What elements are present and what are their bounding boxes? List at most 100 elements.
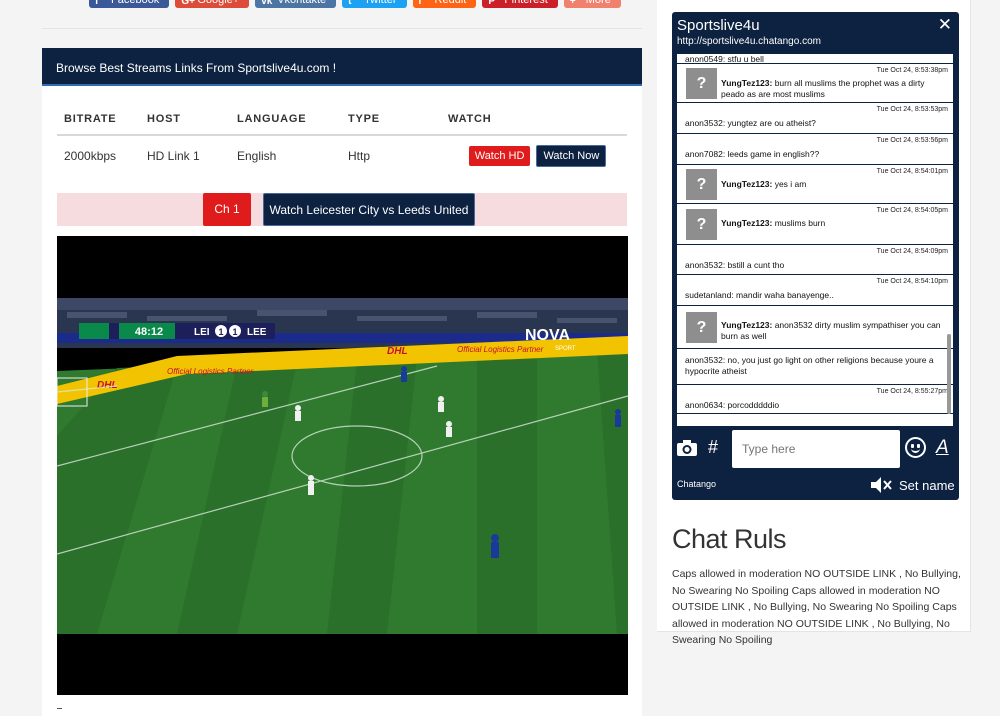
share-button-more[interactable]: + More	[563, 0, 621, 8]
avatar[interactable]: ?	[686, 312, 717, 343]
chat-rules-title: Chat Ruls	[672, 524, 787, 554]
mute-icon[interactable]	[870, 475, 892, 495]
twitter-icon: t	[348, 0, 352, 7]
camera-icon[interactable]	[676, 439, 698, 457]
chat-message: Tue Oct 24, 8:54:01pm? YungTez123: yes i …	[677, 165, 953, 204]
share-button-label: Pinterest	[504, 0, 548, 6]
more-icon: +	[569, 0, 576, 7]
message-body: anon0634: porcodddddio	[685, 400, 780, 410]
header-language: LANGUAGE	[237, 103, 348, 136]
chat-rules-text: Caps allowed in moderation NO OUTSIDE LI…	[672, 568, 961, 646]
share-button-twitter[interactable]: t Twitter	[342, 0, 407, 8]
chat-message: Tue Oct 24, 8:54:05pm? YungTez123: muslim…	[677, 204, 953, 245]
reddit-icon: r	[418, 0, 423, 7]
message-text: YungTez123: anon3532 dirty muslim sympat…	[677, 306, 953, 342]
share-button-label: Reddit	[434, 0, 467, 6]
chat-scrollbar[interactable]	[947, 334, 951, 414]
video-frame: DHL Official Logistics Partner DHL Offic…	[57, 236, 628, 695]
share-button-google[interactable]: G+ Google+	[175, 0, 250, 8]
home-team: LEI	[194, 327, 210, 338]
watch-hd-button[interactable]: Watch HD	[468, 145, 531, 166]
cell-language: English	[237, 148, 277, 163]
share-button-label: Twitter	[364, 0, 397, 6]
message-username[interactable]: YungTez123:	[721, 179, 772, 189]
message-body: muslims burn	[772, 218, 826, 228]
message-username[interactable]: YungTez123:	[721, 78, 772, 88]
share-button-facebook[interactable]: f Facebook	[89, 0, 170, 8]
message-timestamp: Tue Oct 24, 8:55:27pm	[876, 388, 948, 395]
chat-message-input[interactable]	[732, 430, 900, 468]
header-type: TYPE	[348, 103, 448, 136]
ad-text-2: Official Logistics Partner	[457, 345, 544, 354]
close-icon[interactable]: ✕	[938, 15, 952, 35]
facebook-icon: f	[95, 0, 99, 7]
message-body: anon3532: yungtez are ou atheist?	[685, 118, 816, 128]
vkontakte-icon: vk	[261, 0, 273, 7]
chat-message: Tue Oct 24, 8:53:38pm? YungTez123: burn a…	[677, 64, 953, 103]
message-text: anon3532: no, you just go light on other…	[677, 349, 953, 377]
pinterest-icon: P	[488, 0, 496, 7]
hashtag-icon[interactable]: #	[708, 437, 718, 458]
set-name-button[interactable]: Set name	[899, 478, 955, 493]
chat-message: Tue Oct 24, 8:54:10pm sudetanland: mandir…	[677, 275, 953, 306]
message-username[interactable]: YungTez123:	[721, 218, 772, 228]
font-style-icon[interactable]: A	[936, 437, 949, 459]
share-button-pinterest[interactable]: P Pinterest	[482, 0, 558, 8]
chat-message: Tue Oct 24, 8:55:27pm anon0634: porcodddd…	[677, 385, 953, 414]
match-clock: 48:12	[135, 326, 163, 338]
share-button-label: Vkontakte	[277, 0, 327, 6]
emoji-icon[interactable]	[905, 437, 926, 458]
avatar[interactable]: ?	[686, 68, 717, 99]
page: f Facebook G+ Google+ vk Vkontakte t Twitter r Re…	[0, 0, 1000, 716]
channel-strip: Ch 1 Watch Leicester City vs Leeds Unite…	[57, 193, 627, 250]
ad-brand-1: DHL	[97, 380, 118, 391]
away-team: LEE	[247, 327, 267, 338]
broadcaster-sub: SPORT	[555, 346, 576, 352]
chat-message: Tue Oct 24, 8:53:53pm anon3532: yungtez a…	[677, 103, 953, 134]
home-score: 1	[218, 327, 223, 337]
message-body: anon3532: bstill a cunt tho	[685, 260, 785, 270]
cell-watch: Watch HD Watch Now	[448, 135, 627, 175]
message-timestamp: Tue Oct 24, 8:54:10pm	[876, 278, 948, 285]
chat-title: Sportslive4u	[677, 17, 760, 34]
avatar[interactable]: ?	[686, 169, 717, 200]
header-watch: WATCH	[448, 103, 627, 136]
message-timestamp: Tue Oct 24, 8:54:05pm	[876, 207, 948, 214]
avatar[interactable]: ?	[686, 209, 717, 240]
ad-text-1: Official Logistics Partner	[167, 367, 254, 376]
message-body: sudetanland: mandir waha banayenge..	[685, 290, 834, 300]
watch-match-button[interactable]: Watch Leicester City vs Leeds United HD	[263, 193, 475, 250]
away-score: 1	[232, 327, 237, 337]
share-button-label: More	[585, 0, 611, 6]
cell-type: Http	[348, 148, 371, 163]
chatango-brand[interactable]: Chatango	[677, 479, 716, 489]
stream-links-table: BITRATE HOST LANGUAGE TYPE WATCH 2000kbp…	[57, 103, 627, 175]
share-bar: f Facebook G+ Google+ vk Vkontakte t Twitter r Re…	[89, 0, 621, 8]
channel-1-button[interactable]: Ch 1	[203, 193, 251, 226]
header-host: HOST	[147, 103, 237, 136]
share-button-label: Google+	[197, 0, 240, 6]
message-timestamp: Tue Oct 24, 8:54:01pm	[876, 168, 948, 175]
watch-now-button[interactable]: Watch Now	[536, 144, 607, 167]
chat-url[interactable]: http://sportslive4u.chatango.com	[677, 36, 821, 47]
message-body: anon0549: stfu u bell	[685, 54, 764, 64]
message-username[interactable]: YungTez123:	[721, 320, 772, 330]
message-timestamp: Tue Oct 24, 8:53:38pm	[876, 67, 948, 74]
divider	[42, 28, 642, 29]
main-content: Browse Best Streams Links From Sportsliv…	[42, 48, 642, 716]
message-body: anon7082: leeds game in english??	[685, 149, 820, 159]
message-timestamp: Tue Oct 24, 8:54:09pm	[876, 248, 948, 255]
share-button-vkontakte[interactable]: vk Vkontakte	[255, 0, 337, 8]
scoreboard: 48:12 LEI 1 1 LEE	[79, 323, 275, 339]
chat-message: ? YungTez123: anon3532 dirty muslim sympa…	[677, 306, 953, 349]
chat-message: anon0549: stfu u bell	[677, 54, 953, 64]
divider	[57, 708, 62, 709]
google-icon: G+	[181, 0, 195, 7]
chat-widget: Sportslive4u http://sportslive4u.chatang…	[672, 12, 959, 500]
streams-banner: Browse Best Streams Links From Sportsliv…	[42, 48, 642, 86]
message-timestamp: Tue Oct 24, 8:53:53pm	[876, 106, 948, 113]
chat-messages[interactable]: anon0549: stfu u bell Tue Oct 24, 8:53:38…	[677, 54, 953, 426]
video-player[interactable]: DHL Official Logistics Partner DHL Offic…	[57, 236, 628, 695]
share-button-reddit[interactable]: r Reddit	[412, 0, 477, 8]
broadcaster-name: NOVA	[525, 327, 570, 344]
